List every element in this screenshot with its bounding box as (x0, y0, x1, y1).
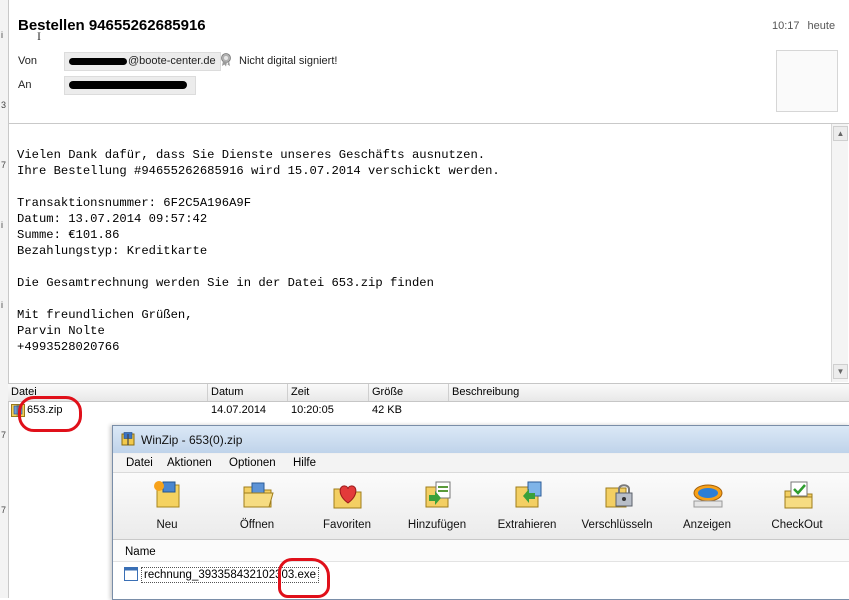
extract-label: Extrahieren (497, 519, 557, 531)
favorites-button[interactable]: Favoriten (307, 477, 387, 537)
body-line: Datum: 13.07.2014 09:57:42 (17, 212, 208, 226)
add-button[interactable]: Hinzufügen (397, 477, 477, 537)
winzip-menu-bar: Datei Aktionen Optionen Hilfe (113, 454, 849, 473)
attachment-date: 14.07.2014 (211, 404, 267, 416)
text-cursor-icon: I (37, 29, 41, 43)
header-divider (8, 123, 849, 124)
winzip-title-bar[interactable]: WinZip - 653(0).zip (113, 426, 849, 453)
strip-mark: 7 (1, 505, 7, 515)
encrypt-button[interactable]: Verschlüsseln (577, 477, 657, 537)
body-line: Die Gesamtrechnung werden Sie in der Dat… (17, 276, 434, 290)
menu-datei[interactable]: Datei (126, 457, 153, 469)
checkout-icon (784, 481, 813, 509)
attachment-size: 42 KB (372, 404, 402, 416)
strip-mark: 7 (1, 160, 7, 170)
add-label: Hinzufügen (407, 519, 467, 531)
column-zeit[interactable]: Zeit (288, 384, 369, 401)
body-line: Transaktionsnummer: 6F2C5A196A9F (17, 196, 252, 210)
favorites-label: Favoriten (323, 519, 371, 531)
red-annotation-circle (18, 396, 82, 432)
winzip-window: WinZip - 653(0).zip Datei Aktionen Optio… (112, 425, 849, 600)
message-subject: Bestellen 94655262685916 (18, 17, 206, 34)
redacted-scribble (69, 57, 127, 65)
encrypt-icon (605, 484, 633, 508)
exe-file-icon (124, 567, 138, 581)
archive-list-header: Name (113, 540, 849, 562)
extract-button[interactable]: Extrahieren (487, 477, 567, 537)
body-line: Bezahlungstyp: Kreditkarte (17, 244, 208, 258)
scroll-down-icon[interactable]: ▼ (833, 364, 848, 379)
signature-status[interactable]: Nicht digital signiert! (239, 55, 337, 67)
checkout-label: CheckOut (771, 519, 823, 531)
day-value: heute (807, 20, 836, 32)
open-label: Öffnen (239, 519, 275, 531)
column-beschreibung[interactable]: Beschreibung (449, 384, 849, 401)
new-icon (154, 481, 180, 508)
message-scrollbar[interactable]: ▲ ▼ (831, 124, 848, 382)
view-icon (693, 484, 723, 508)
scroll-up-icon[interactable]: ▲ (833, 126, 848, 141)
checkout-button[interactable]: CheckOut (757, 477, 837, 537)
to-address[interactable] (64, 76, 196, 95)
attachment-row[interactable]: 653.zip 14.07.2014 10:20:05 42 KB (8, 402, 849, 420)
new-label: Neu (156, 519, 178, 531)
red-annotation-circle (278, 558, 330, 598)
left-pane-strip: i 3 7 i i 7 7 (0, 0, 9, 598)
strip-mark: i (1, 220, 3, 230)
from-address[interactable]: @boote-center.de (64, 52, 221, 71)
time-value: 10:17 (772, 20, 800, 32)
message-body: Vielen Dank dafür, dass Sie Dienste unse… (17, 147, 500, 355)
extract-icon (515, 481, 542, 508)
menu-aktionen[interactable]: Aktionen (167, 457, 212, 469)
open-folder-icon (243, 482, 274, 508)
archive-file-list: rechnung_393358432102303.exe (113, 562, 849, 599)
view-label: Anzeigen (683, 519, 731, 531)
open-button[interactable]: Öffnen (217, 477, 297, 537)
body-line: Summe: €101.86 (17, 228, 120, 242)
body-line: Ihre Bestellung #94655262685916 wird 15.… (17, 164, 500, 178)
strip-mark: i (1, 300, 3, 310)
new-button[interactable]: Neu (127, 477, 207, 537)
view-button[interactable]: Anzeigen (667, 477, 747, 537)
to-label: An (18, 79, 32, 91)
sender-picture (776, 50, 838, 112)
strip-mark: 7 (1, 430, 7, 440)
column-datum[interactable]: Datum (208, 384, 288, 401)
favorites-icon (333, 485, 362, 509)
body-line: +4993528020766 (17, 340, 120, 354)
winzip-title: WinZip - 653(0).zip (141, 433, 243, 447)
strip-mark: i (1, 30, 3, 40)
attachment-list-header: Datei Datum Zeit Größe Beschreibung (8, 383, 849, 402)
from-domain: @boote-center.de (128, 55, 216, 67)
message-time: 10:17 heute (772, 20, 835, 32)
encrypt-label: Verschlüsseln (581, 519, 653, 531)
strip-mark: 3 (1, 100, 7, 110)
attachment-time: 10:20:05 (291, 404, 334, 416)
redacted-scribble (69, 81, 187, 90)
menu-hilfe[interactable]: Hilfe (293, 457, 316, 469)
winzip-toolbar: Neu Öffnen Favoriten Hinzufügen Extrahie… (113, 473, 849, 540)
menu-optionen[interactable]: Optionen (229, 457, 276, 469)
add-icon (425, 481, 451, 508)
column-name[interactable]: Name (125, 546, 156, 558)
seal-icon (221, 53, 231, 67)
column-groesse[interactable]: Größe (369, 384, 449, 401)
from-label: Von (18, 55, 37, 67)
body-line: Parvin Nolte (17, 324, 105, 338)
winzip-icon (121, 432, 135, 446)
body-line: Mit freundlichen Grüßen, (17, 308, 193, 322)
body-line: Vielen Dank dafür, dass Sie Dienste unse… (17, 148, 486, 162)
